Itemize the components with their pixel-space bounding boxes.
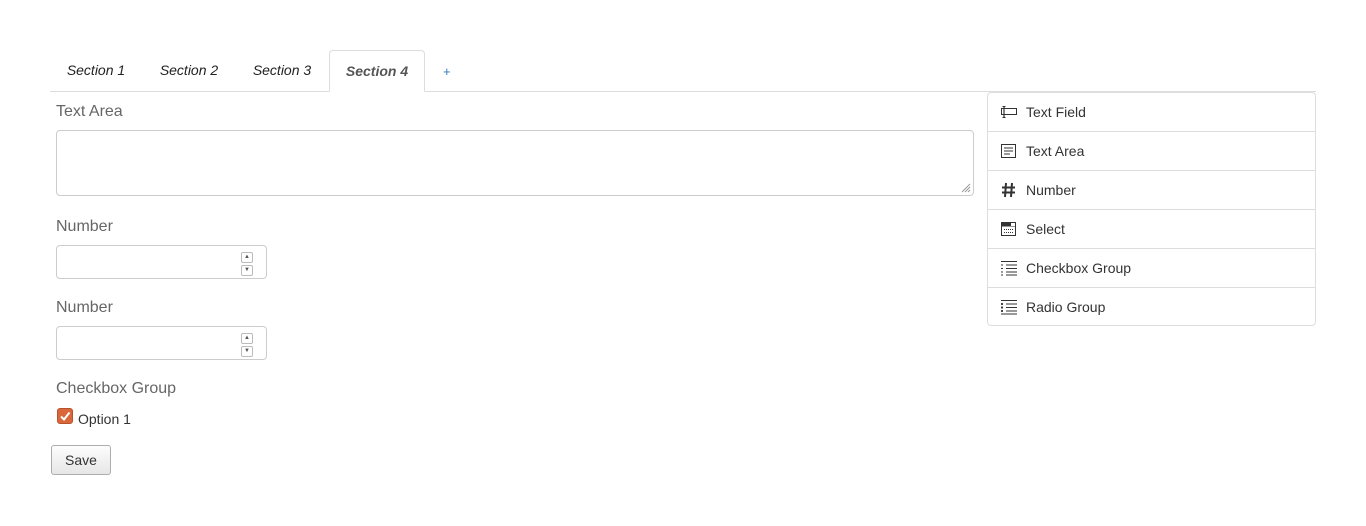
section-tabs: Section 1 Section 2 Section 3 Section 4 …: [50, 50, 1316, 92]
number1-stepper[interactable]: ▲ ▼: [241, 252, 253, 276]
stepper-down-icon[interactable]: ▼: [241, 346, 253, 357]
tab-section-1[interactable]: Section 1: [50, 50, 142, 91]
tab-section-3[interactable]: Section 3: [236, 50, 328, 91]
option1-label[interactable]: Option 1: [78, 411, 131, 427]
checkbox-group-label: Checkbox Group: [56, 380, 177, 397]
number-input-1[interactable]: ▲ ▼: [56, 245, 267, 279]
palette-item-label: Text Area: [1026, 143, 1085, 159]
tab-section-4[interactable]: Section 4: [329, 50, 425, 92]
hash-icon: [1002, 182, 1015, 198]
stepper-up-icon[interactable]: ▲: [241, 252, 253, 263]
checkbox-list-icon: [1001, 261, 1017, 276]
text-area-icon: [1001, 144, 1016, 158]
stepper-down-icon[interactable]: ▼: [241, 265, 253, 276]
palette-item-radio-group[interactable]: Radio Group: [988, 288, 1315, 327]
option1-checkbox[interactable]: [57, 408, 73, 424]
text-area-input[interactable]: [56, 130, 974, 196]
number2-stepper[interactable]: ▲ ▼: [241, 333, 253, 357]
radio-list-icon: [1000, 300, 1017, 315]
palette-item-label: Text Field: [1026, 104, 1086, 120]
resize-grip-icon[interactable]: [961, 183, 971, 193]
check-icon: [60, 411, 71, 422]
palette-item-checkbox-group[interactable]: Checkbox Group: [988, 249, 1315, 288]
save-button[interactable]: Save: [51, 445, 111, 475]
palette-item-label: Select: [1026, 221, 1065, 237]
textarea-label: Text Area: [56, 103, 123, 120]
palette-item-label: Radio Group: [1026, 299, 1106, 315]
field-palette: Text Field Text Area Number Select Check…: [987, 92, 1316, 326]
palette-item-select[interactable]: Select: [988, 210, 1315, 249]
add-section-button[interactable]: +: [443, 50, 451, 91]
select-icon: [1001, 222, 1016, 236]
stepper-up-icon[interactable]: ▲: [241, 333, 253, 344]
palette-item-label: Checkbox Group: [1026, 260, 1132, 276]
palette-item-number[interactable]: Number: [988, 171, 1315, 210]
number2-label: Number: [56, 299, 113, 316]
palette-item-text-area[interactable]: Text Area: [988, 132, 1315, 171]
palette-item-label: Number: [1026, 182, 1076, 198]
number-input-2[interactable]: ▲ ▼: [56, 326, 267, 360]
text-field-icon: [1001, 106, 1017, 118]
tab-section-2[interactable]: Section 2: [142, 50, 236, 91]
palette-item-text-field[interactable]: Text Field: [988, 93, 1315, 132]
number1-label: Number: [56, 218, 113, 235]
